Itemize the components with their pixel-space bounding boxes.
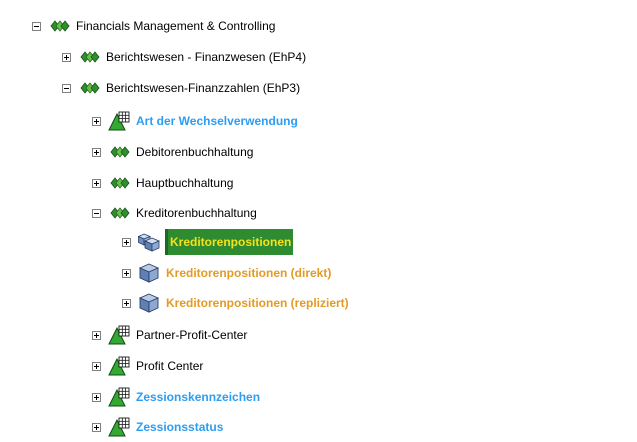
collapse-icon[interactable] [92,208,101,218]
tree-node-label[interactable]: Kreditorenpositionen (repliziert) [165,294,350,312]
green-diamonds-icon [108,203,130,223]
expand-icon[interactable] [92,422,101,432]
tree-node-partner-profit-center[interactable]: Partner-Profit-Center [92,322,248,348]
green-diamonds-icon [48,16,70,36]
tree-node-label[interactable]: Financials Management & Controlling [75,17,276,35]
collapse-icon[interactable] [62,83,71,93]
tree-node-label[interactable]: Hauptbuchhaltung [135,174,234,192]
infoobject-icon [108,387,130,407]
collapse-icon[interactable] [32,21,41,31]
tree-node-profit-center[interactable]: Profit Center [92,353,204,379]
expand-icon[interactable] [92,178,101,188]
tree-node-art-wechselverwendung[interactable]: Art der Wechselverwendung [92,108,299,134]
tree-node-berichtswesen-finanzzahlen[interactable]: Berichtswesen-Finanzzahlen (EhP3) [62,75,301,101]
tree-node-root[interactable]: Financials Management & Controlling [32,13,276,39]
tree-node-kreditorenpositionen-repliziert[interactable]: Kreditorenpositionen (repliziert) [122,290,350,316]
tree-node-label-selected[interactable]: Kreditorenpositionen [165,229,294,255]
cube-icon [138,293,160,313]
infoobject-icon [108,325,130,345]
tree-node-debitorenbuchhaltung[interactable]: Debitorenbuchhaltung [92,139,254,165]
tree-node-label[interactable]: Kreditorenpositionen (direkt) [165,264,332,282]
expand-icon[interactable] [92,330,101,340]
tree-node-label[interactable]: Art der Wechselverwendung [135,112,299,130]
expand-icon[interactable] [122,268,131,278]
infoobject-icon [108,417,130,437]
tree-view: Financials Management & Controlling Beri… [0,0,637,442]
tree-node-zessionskennzeichen[interactable]: Zessionskennzeichen [92,384,261,410]
expand-icon[interactable] [62,52,71,62]
green-diamonds-icon [108,142,130,162]
infoobject-icon [108,111,130,131]
expand-icon[interactable] [122,237,131,247]
tree-node-kreditorenbuchhaltung[interactable]: Kreditorenbuchhaltung [92,200,258,226]
expand-icon[interactable] [122,298,131,308]
tree-node-label[interactable]: Berichtswesen-Finanzzahlen (EhP3) [105,79,301,97]
tree-node-label[interactable]: Partner-Profit-Center [135,326,248,344]
green-diamonds-icon [108,173,130,193]
tree-node-label[interactable]: Zessionsstatus [135,418,224,436]
green-diamonds-icon [78,78,100,98]
expand-icon[interactable] [92,116,101,126]
multiprovider-icon [138,232,160,252]
tree-node-label[interactable]: Berichtswesen - Finanzwesen (EhP4) [105,48,307,66]
tree-node-label[interactable]: Zessionskennzeichen [135,388,261,406]
tree-node-label[interactable]: Profit Center [135,357,204,375]
tree-node-kreditorenpositionen[interactable]: Kreditorenpositionen [122,229,294,255]
green-diamonds-icon [78,47,100,67]
infoobject-icon [108,356,130,376]
cube-icon [138,263,160,283]
tree-node-zessionsstatus[interactable]: Zessionsstatus [92,414,224,440]
expand-icon[interactable] [92,147,101,157]
expand-icon[interactable] [92,392,101,402]
tree-node-berichtswesen-finanzwesen[interactable]: Berichtswesen - Finanzwesen (EhP4) [62,44,307,70]
tree-node-hauptbuchhaltung[interactable]: Hauptbuchhaltung [92,170,234,196]
tree-node-label[interactable]: Kreditorenbuchhaltung [135,204,258,222]
expand-icon[interactable] [92,361,101,371]
tree-node-label[interactable]: Debitorenbuchhaltung [135,143,254,161]
tree-node-kreditorenpositionen-direkt[interactable]: Kreditorenpositionen (direkt) [122,260,332,286]
